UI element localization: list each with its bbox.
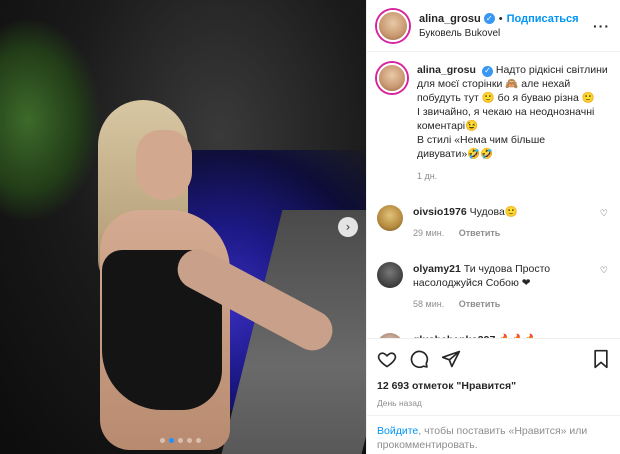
person-face xyxy=(136,130,192,200)
share-icon[interactable] xyxy=(441,349,461,369)
post-photo[interactable]: › xyxy=(0,0,366,454)
heart-icon[interactable] xyxy=(377,349,397,369)
reply-button[interactable]: Ответить xyxy=(459,299,501,309)
caption-text-line: І звичайно, я чекаю на неоднозначні коме… xyxy=(417,106,595,132)
comment-text: Чудова🙂 xyxy=(469,206,518,218)
author-username[interactable]: alina_grosu xyxy=(419,13,481,25)
post-side-panel: alina_grosu ✓ • Подписаться Буковель Buk… xyxy=(366,0,620,454)
post-header: alina_grosu ✓ • Подписаться Буковель Buk… xyxy=(367,0,620,52)
carousel-dots xyxy=(160,438,201,443)
reply-button[interactable]: Ответить xyxy=(459,228,501,238)
comment-like-heart-icon[interactable]: ♡ xyxy=(600,209,608,219)
follow-button[interactable]: Подписаться xyxy=(507,13,579,25)
commenter-avatar[interactable] xyxy=(377,262,403,288)
post-location[interactable]: Буковель Bukovel xyxy=(419,28,587,39)
carousel-dot xyxy=(178,438,183,443)
caption-username[interactable]: alina_grosu xyxy=(417,64,476,76)
carousel-dot xyxy=(160,438,165,443)
commenter-username[interactable]: oivsio1976 xyxy=(413,206,467,218)
comment-like-heart-icon[interactable]: ♡ xyxy=(600,266,608,276)
comment-time: 29 мин. xyxy=(413,228,445,238)
commenter-avatar[interactable] xyxy=(377,205,403,231)
verified-badge-icon: ✓ xyxy=(483,13,495,24)
caption-time: 1 дн. xyxy=(417,171,438,181)
bookmark-icon[interactable] xyxy=(592,349,610,369)
comment-item: oivsio1976 Чудова🙂 29 мин. Ответить ♡ xyxy=(377,205,610,240)
comments-list[interactable]: alina_grosu ✓ Надто рідкісні світлини для… xyxy=(367,53,620,338)
author-avatar[interactable] xyxy=(377,9,409,42)
comment-icon[interactable] xyxy=(409,349,429,369)
plant-leaves xyxy=(0,20,100,220)
comment-time: 58 мин. xyxy=(413,299,445,309)
comment-item: olyamy21 Ти чудова Просто насолоджуйся С… xyxy=(377,262,610,311)
more-options-icon[interactable]: ··· xyxy=(587,18,610,34)
caption-text-line: В стилі «Нема чим більше дивувати»🤣🤣 xyxy=(417,134,546,160)
commenter-username[interactable]: olyamy21 xyxy=(413,263,461,275)
login-link[interactable]: Войдите xyxy=(377,425,418,437)
post-date: День назад xyxy=(377,398,422,408)
post-caption: alina_grosu ✓ Надто рідкісні світлини для… xyxy=(377,63,610,183)
verified-badge-icon: ✓ xyxy=(481,65,493,77)
caption-author-avatar[interactable] xyxy=(377,63,407,93)
carousel-dot xyxy=(187,438,192,443)
chevron-right-icon: › xyxy=(345,220,351,234)
carousel-dot-active xyxy=(169,438,174,443)
likes-count[interactable]: 12 693 отметок "Нравится" xyxy=(377,380,610,392)
carousel-dot xyxy=(196,438,201,443)
login-prompt: Войдите, чтобы поставить «Нравится» или … xyxy=(367,415,620,454)
post-dialog: › alina_grosu ✓ • Подписаться Буковель B… xyxy=(0,0,620,454)
separator-dot: • xyxy=(498,12,503,25)
carousel-next-button[interactable]: › xyxy=(338,217,358,237)
post-actions: 12 693 отметок "Нравится" День назад xyxy=(367,338,620,408)
